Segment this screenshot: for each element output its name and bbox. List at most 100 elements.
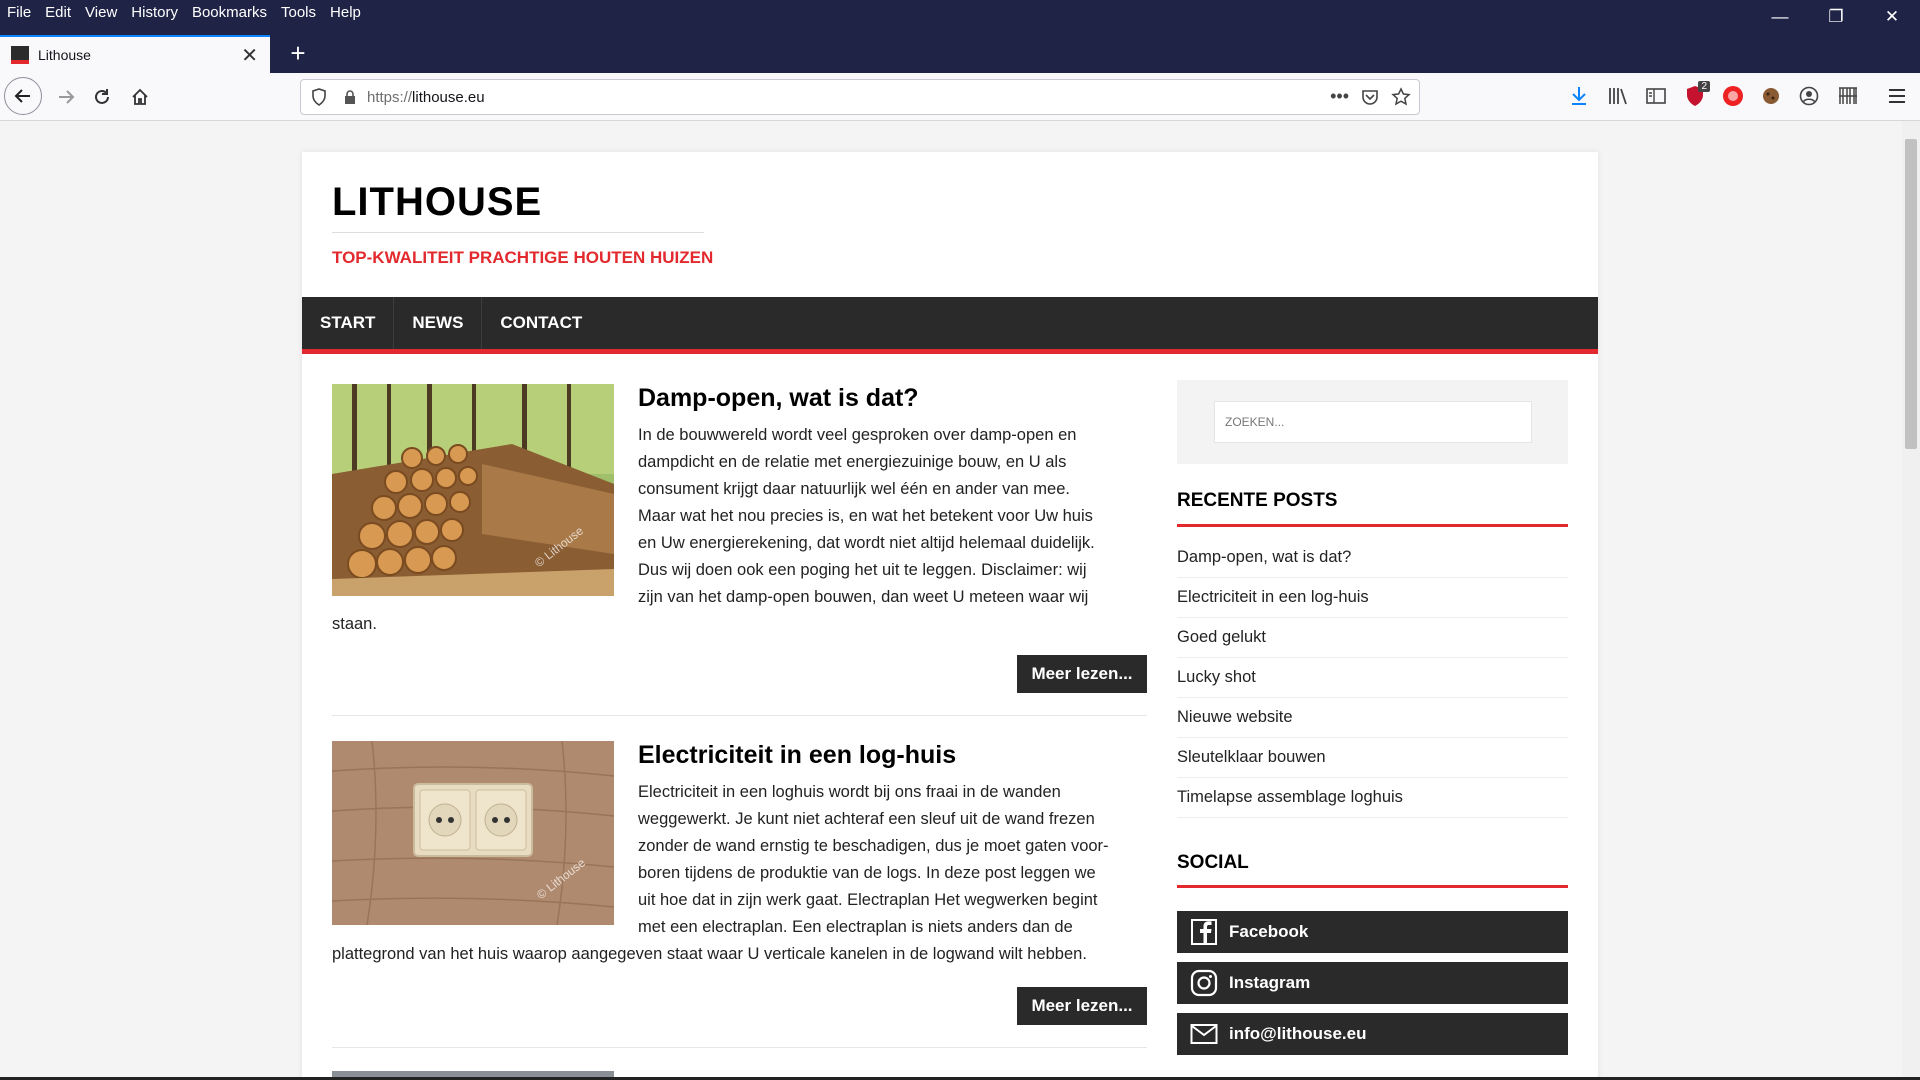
window-titlebar: File Edit View History Bookmarks Tools H…	[0, 0, 1920, 73]
email-button[interactable]: info@lithouse.eu	[1177, 1013, 1568, 1055]
sidebar-toggle-icon[interactable]	[1643, 83, 1669, 109]
post-image-outlet[interactable]	[332, 741, 614, 925]
post-title[interactable]: Electriciteit in een log-huis	[638, 741, 956, 770]
favicon-icon	[11, 46, 29, 64]
scrollbar-thumb[interactable]	[1905, 139, 1917, 449]
page-actions-icon[interactable]: •••	[1330, 86, 1349, 107]
menu-bar: File Edit View History Bookmarks Tools H…	[0, 0, 368, 24]
new-tab-button[interactable]: +	[280, 36, 316, 70]
recent-post-link[interactable]: Goed gelukt	[1177, 618, 1568, 658]
read-more-button[interactable]: Meer lezen...	[1017, 655, 1147, 693]
post-electriciteit: © Lithouse Electriciteit in een log-huis…	[332, 741, 1147, 1061]
downloads-icon[interactable]	[1566, 83, 1592, 109]
recent-post-link[interactable]: Nieuwe website	[1177, 698, 1568, 738]
post-image-woodpile[interactable]	[332, 384, 614, 596]
barcode-extension-icon[interactable]	[1835, 83, 1861, 109]
site-container: LITHOUSE TOP-KWALITEIT PRACHTIGE HOUTEN …	[302, 152, 1598, 1080]
pocket-icon[interactable]	[1361, 88, 1379, 106]
social-label: Facebook	[1229, 922, 1309, 941]
social-label: Instagram	[1229, 973, 1311, 992]
menu-tools[interactable]: Tools	[274, 4, 323, 21]
site-tagline: TOP-KWALITEIT PRACHTIGE HOUTEN HUIZEN	[332, 248, 714, 267]
post-excerpt: In de bouwwereld wordt veel gesproken ov…	[638, 422, 1147, 611]
instagram-button[interactable]: Instagram	[1177, 962, 1568, 1004]
reload-icon	[95, 89, 109, 104]
cookie-extension-icon[interactable]	[1758, 83, 1784, 109]
widget-rule	[1177, 524, 1568, 527]
widget-rule	[1177, 885, 1568, 888]
post-title[interactable]: Damp-open, wat is dat?	[638, 384, 919, 413]
tab-lithouse[interactable]: Lithouse ✕	[0, 35, 270, 73]
excerpt-line: In de bouwwereld wordt veel gesproken ov…	[638, 426, 1077, 444]
search-widget: ZOEKEN...	[1177, 380, 1568, 464]
ublock-extension-icon[interactable]: 2	[1682, 81, 1710, 109]
tracking-shield-icon[interactable]	[311, 88, 327, 106]
window-controls: — ❐ ✕	[1752, 0, 1920, 34]
excerpt-tail: staan.	[332, 615, 377, 633]
reload-button[interactable]	[84, 79, 120, 115]
title-divider	[332, 232, 704, 233]
back-button[interactable]	[4, 77, 42, 115]
mail-icon	[1189, 1019, 1219, 1049]
excerpt-line: zijn van het damp-open bouwen, dan weet …	[638, 588, 1089, 606]
recent-posts-title: RECENTE POSTS	[1177, 490, 1338, 511]
facebook-icon	[1189, 917, 1219, 947]
address-bar[interactable]: https://lithouse.eu •••	[300, 79, 1420, 115]
read-more-button[interactable]: Meer lezen...	[1017, 987, 1147, 1025]
page-scrollbar[interactable]	[1902, 121, 1920, 1080]
menu-history[interactable]: History	[124, 4, 185, 21]
recent-post-link[interactable]: Electriciteit in een log-huis	[1177, 578, 1568, 618]
recent-post-link[interactable]: Damp-open, wat is dat?	[1177, 538, 1568, 578]
post-damp-open: © Lithouse Damp-open, wat is dat? In de …	[332, 384, 1147, 714]
menu-file[interactable]: File	[0, 4, 38, 21]
restore-icon[interactable]: ❐	[1808, 0, 1864, 34]
home-icon	[132, 88, 148, 105]
excerpt-tail: plattegrond van het huis waarop aangegev…	[332, 945, 1087, 963]
excerpt-line: Electriciteit in een loghuis wordt bij o…	[638, 783, 1061, 801]
recent-post-link[interactable]: Lucky shot	[1177, 658, 1568, 698]
social-label: info@lithouse.eu	[1229, 1024, 1367, 1043]
nav-item-contact[interactable]: CONTACT	[482, 297, 600, 349]
excerpt-line: Dus wij doen ook een poging het uit te l…	[638, 561, 1087, 579]
tab-title: Lithouse	[38, 47, 91, 63]
extension-badge: 2	[1698, 81, 1710, 92]
site-title[interactable]: LITHOUSE	[332, 180, 542, 225]
recent-post-link[interactable]: Timelapse assemblage loghuis	[1177, 778, 1568, 818]
social-title: SOCIAL	[1177, 852, 1249, 873]
menu-bookmarks[interactable]: Bookmarks	[185, 4, 274, 21]
menu-edit[interactable]: Edit	[38, 4, 78, 21]
excerpt-line: consument krijgt daar natuurlijk wel één…	[638, 480, 1070, 498]
excerpt-line: boren tijdens de produktie van de logs. …	[638, 864, 1096, 882]
hamburger-menu-icon[interactable]	[1884, 83, 1910, 109]
menu-view[interactable]: View	[78, 4, 124, 21]
url-host: lithouse.eu	[412, 88, 485, 106]
account-icon[interactable]	[1796, 83, 1822, 109]
excerpt-line: zonder de wand ernstig te beschadigen, d…	[638, 837, 1109, 855]
close-window-icon[interactable]: ✕	[1864, 0, 1920, 34]
forward-button[interactable]	[48, 79, 84, 115]
facebook-button[interactable]: Facebook	[1177, 911, 1568, 953]
lock-icon[interactable]	[343, 89, 357, 105]
nav-item-news[interactable]: NEWS	[394, 297, 483, 349]
recent-post-link[interactable]: Sleutelklaar bouwen	[1177, 738, 1568, 778]
excerpt-line: en Uw energierekening, dat wordt niet al…	[638, 534, 1095, 552]
back-arrow-icon	[14, 89, 30, 103]
search-input[interactable]: ZOEKEN...	[1214, 401, 1532, 443]
bookmark-star-icon[interactable]	[1391, 87, 1411, 107]
tab-close-icon[interactable]: ✕	[241, 43, 258, 68]
nav-item-start[interactable]: START	[302, 297, 395, 349]
library-icon[interactable]	[1605, 83, 1631, 109]
forward-arrow-icon	[59, 90, 75, 104]
post-divider	[332, 1047, 1147, 1048]
excerpt-line: weggewerkt. Je kunt niet achteraf een sl…	[638, 810, 1095, 828]
post-excerpt: Electriciteit in een loghuis wordt bij o…	[638, 779, 1147, 941]
page-viewport: LITHOUSE TOP-KWALITEIT PRACHTIGE HOUTEN …	[0, 121, 1902, 1080]
excerpt-line: met een electraplan. Een electraplan is …	[638, 918, 1073, 936]
excerpt-line: Maar wat het nou precies is, en wat het …	[638, 507, 1093, 525]
excerpt-line: dampdicht en de relatie met energiezuini…	[638, 453, 1067, 471]
minimize-icon[interactable]: —	[1752, 0, 1808, 34]
menu-help[interactable]: Help	[323, 4, 368, 21]
post-divider	[332, 715, 1147, 716]
home-button[interactable]	[122, 79, 158, 115]
red-extension-icon[interactable]	[1720, 83, 1746, 109]
